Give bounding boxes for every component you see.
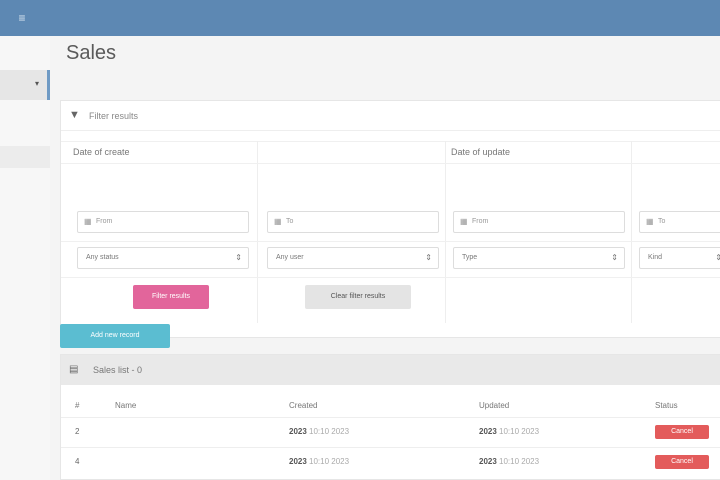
create-to-input[interactable]: ▦ To	[267, 211, 439, 233]
filter-panel-title: Filter results	[89, 111, 139, 121]
clear-filter-button[interactable]: Clear filter results	[305, 285, 411, 309]
row-number: 2	[75, 427, 80, 436]
column-header-created[interactable]: Created	[289, 401, 317, 410]
date-create-label: Date of create	[73, 147, 130, 157]
hamburger-icon[interactable]: ≡	[14, 10, 30, 26]
update-from-input[interactable]: ▦ From	[453, 211, 625, 233]
chevron-down-icon: ▾	[34, 79, 39, 88]
main-content: Sales ▼ Filter results Date of create Da…	[50, 36, 720, 480]
sidebar-item-active[interactable]: ▾	[0, 70, 50, 100]
calendar-icon: ▦	[84, 217, 92, 226]
row-created: 2023 10:10 2023	[289, 427, 350, 436]
row-created: 2023 10:10 2023	[289, 457, 350, 466]
user-select[interactable]: Any user ⇕	[267, 247, 439, 269]
select-arrow-icon: ⇕	[425, 253, 432, 262]
create-from-input[interactable]: ▦ From	[77, 211, 249, 233]
page-title: Sales	[66, 42, 117, 64]
row-number: 4	[75, 457, 80, 466]
sidebar-subitem[interactable]	[0, 146, 50, 168]
table-icon: ▤	[69, 364, 79, 375]
calendar-icon: ▦	[460, 217, 468, 226]
status-badge: Cancel	[655, 455, 709, 469]
update-to-input[interactable]: ▦ To	[639, 211, 720, 233]
select-arrow-icon: ⇕	[235, 253, 242, 262]
add-record-button[interactable]: Add new record	[60, 324, 170, 348]
sales-table-panel: ▤ Sales list - 0 # Name Created Updated …	[60, 354, 720, 480]
select-arrow-icon: ⇕	[715, 253, 720, 262]
filter-panel: ▼ Filter results Date of create Date of …	[60, 100, 720, 338]
select-arrow-icon: ⇕	[611, 253, 618, 262]
column-header-status[interactable]: Status	[655, 401, 678, 410]
table-panel-title: Sales list - 0	[93, 365, 143, 375]
type-select[interactable]: Type ⇕	[453, 247, 625, 269]
calendar-icon: ▦	[646, 217, 654, 226]
filter-results-button[interactable]: Filter results	[133, 285, 209, 309]
funnel-icon: ▼	[69, 109, 80, 121]
sidebar: ▾	[0, 36, 50, 480]
row-updated: 2023 10:10 2023	[479, 457, 540, 466]
status-select[interactable]: Any status ⇕	[77, 247, 249, 269]
column-header-name[interactable]: Name	[115, 401, 136, 410]
column-header-num: #	[75, 401, 80, 410]
kind-select[interactable]: Kind ⇕	[639, 247, 720, 269]
top-navbar: ≡	[0, 0, 720, 36]
filter-panel-header: ▼ Filter results	[61, 101, 720, 131]
calendar-icon: ▦	[274, 217, 282, 226]
column-header-updated[interactable]: Updated	[479, 401, 509, 410]
date-update-label: Date of update	[451, 147, 511, 157]
status-badge: Cancel	[655, 425, 709, 439]
table-panel-header: ▤ Sales list - 0	[61, 355, 720, 385]
row-updated: 2023 10:10 2023	[479, 427, 540, 436]
